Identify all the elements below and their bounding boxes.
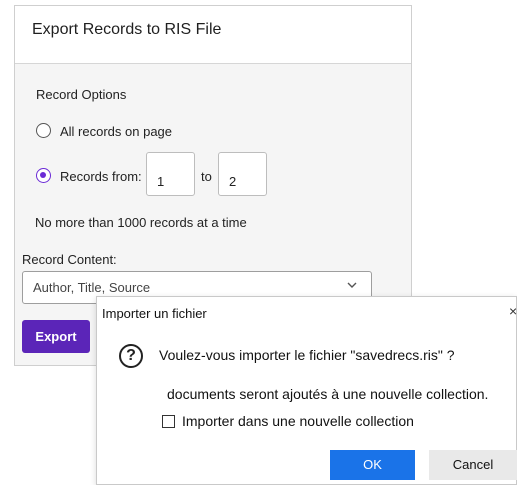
new-collection-checkbox[interactable] [162, 415, 175, 428]
ok-button[interactable]: OK [330, 450, 415, 480]
dialog-message: Voulez-vous importer le fichier "savedre… [159, 347, 455, 363]
export-title: Export Records to RIS File [32, 21, 222, 38]
new-collection-checkbox-label: Importer dans une nouvelle collection [182, 413, 414, 429]
close-icon[interactable]: × [509, 303, 517, 319]
question-icon: ? [119, 344, 143, 368]
record-options-label: Record Options [36, 87, 127, 102]
limit-note: No more than 1000 records at a time [35, 215, 247, 230]
radio-records-range-label: Records from: [60, 169, 142, 184]
range-to-label: to [201, 169, 212, 184]
export-button[interactable]: Export [22, 320, 90, 353]
radio-all-records[interactable] [36, 123, 51, 138]
record-content-label: Record Content: [22, 252, 117, 267]
record-content-value: Author, Title, Source [33, 280, 151, 295]
export-header: Export Records to RIS File [15, 6, 411, 64]
dialog-message-2: documents seront ajoutés à une nouvelle … [167, 386, 489, 402]
range-to-input[interactable]: 2 [218, 152, 267, 196]
cancel-button[interactable]: Cancel [429, 450, 517, 480]
dialog-title: Importer un fichier [102, 306, 207, 321]
radio-records-range[interactable] [36, 168, 51, 183]
range-from-input[interactable]: 1 [146, 152, 195, 196]
chevron-down-icon [347, 281, 357, 292]
radio-all-records-label: All records on page [60, 124, 173, 139]
import-dialog: Importer un fichier × ? Voulez-vous impo… [96, 296, 517, 485]
